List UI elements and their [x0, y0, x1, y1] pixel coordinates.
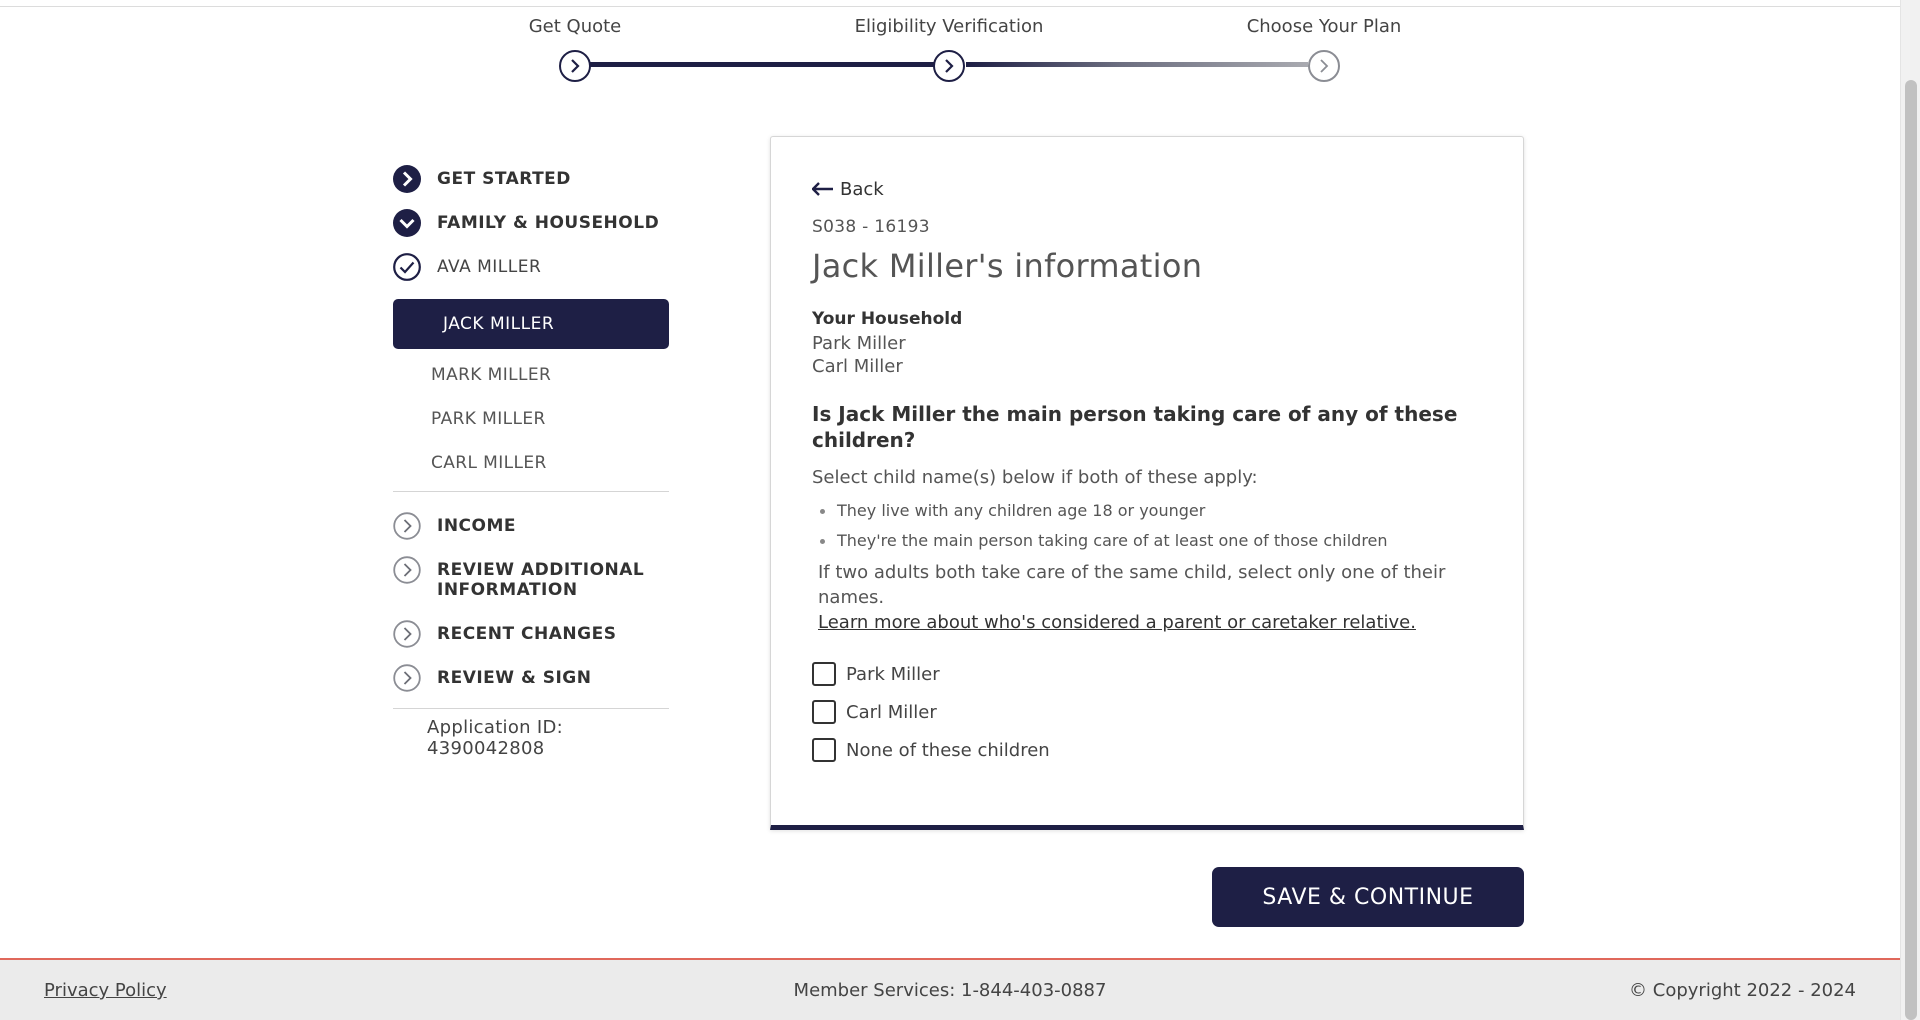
chevron-right-circle-filled-icon — [393, 165, 421, 193]
step-upcoming-icon — [1308, 50, 1340, 82]
member-services-text: Member Services: 1-844-403-0887 — [793, 980, 1107, 1001]
page-title: Jack Miller's information — [812, 247, 1203, 285]
step-connector-complete — [590, 62, 944, 67]
sidebar-item-label: RECENT CHANGES — [437, 624, 617, 644]
checkbox[interactable] — [812, 738, 836, 762]
sidebar-item-income[interactable]: INCOME — [393, 512, 683, 556]
copyright-text: © Copyright 2022 - 2024 — [1629, 980, 1856, 1001]
sidebar-item-jack-miller-active[interactable]: JACK MILLER — [393, 299, 669, 349]
checkbox-label: Park Miller — [846, 663, 940, 685]
sidebar-item-get-started[interactable]: GET STARTED — [393, 165, 683, 209]
sidebar-item-label: AVA MILLER — [437, 257, 542, 277]
household-member: Carl Miller — [812, 356, 903, 377]
criteria-item: They live with any children age 18 or yo… — [812, 496, 1484, 526]
step-label-choose-plan: Choose Your Plan — [1246, 16, 1402, 37]
checkbox-label: Carl Miller — [846, 701, 937, 723]
page-footer: Privacy Policy Member Services: 1-844-40… — [0, 958, 1900, 1020]
sidebar-item-label: INCOME — [437, 516, 517, 536]
sidebar-item-review-additional-information[interactable]: REVIEW ADDITIONAL INFORMATION — [393, 556, 683, 620]
step-label-get-quote: Get Quote — [528, 16, 622, 37]
option-carl-miller[interactable]: Carl Miller — [812, 693, 1484, 731]
sidebar-item-family-household[interactable]: FAMILY & HOUSEHOLD — [393, 209, 683, 253]
household-heading: Your Household — [812, 309, 963, 329]
caretaker-question: Is Jack Miller the main person taking ca… — [812, 402, 1458, 452]
step-connector-in-progress — [966, 62, 1308, 67]
arrow-left-icon — [812, 182, 833, 196]
step-complete-icon — [559, 50, 591, 82]
sidebar-item-ava-miller[interactable]: AVA MILLER — [393, 253, 683, 297]
page-scrollbar[interactable] — [1900, 0, 1920, 1020]
save-continue-button[interactable]: SAVE & CONTINUE — [1212, 867, 1524, 927]
note-text: If two adults both take care of the same… — [818, 562, 1446, 608]
sidebar-item-park-miller[interactable]: PARK MILLER — [393, 397, 683, 441]
chevron-right-circle-outline-icon — [393, 512, 421, 540]
children-checkbox-group: Park Miller Carl Miller None of these ch… — [812, 655, 1484, 769]
step-current-icon — [933, 50, 965, 82]
criteria-list: They live with any children age 18 or yo… — [812, 496, 1484, 556]
case-id: S038 - 16193 — [812, 217, 930, 237]
step-label-eligibility: Eligibility Verification — [854, 16, 1044, 37]
member-info-card: Back S038 - 16193 Jack Miller's informat… — [770, 136, 1524, 830]
checkbox[interactable] — [812, 662, 836, 686]
back-link[interactable]: Back — [812, 177, 1484, 201]
instruction-text: Select child name(s) below if both of th… — [812, 467, 1258, 488]
sidebar-divider — [393, 708, 669, 709]
application-id: Application ID: 4390042808 — [427, 717, 564, 759]
privacy-policy-link[interactable]: Privacy Policy — [44, 980, 167, 1001]
chevron-right-circle-outline-icon — [393, 620, 421, 648]
criteria-item: They're the main person taking care of a… — [812, 526, 1484, 556]
chevron-right-circle-outline-icon — [393, 556, 421, 584]
check-circle-icon — [393, 253, 421, 281]
scrollbar-thumb[interactable] — [1905, 80, 1917, 1020]
sidebar-nav: GET STARTED FAMILY & HOUSEHOLD AVA MILLE… — [393, 165, 683, 759]
sidebar-item-mark-miller[interactable]: MARK MILLER — [393, 353, 683, 397]
sidebar-item-label: REVIEW & SIGN — [437, 668, 592, 688]
progress-stepper: Get Quote Eligibility Verification Choos… — [0, 0, 1900, 100]
household-member: Park Miller — [812, 333, 906, 354]
checkbox-label: None of these children — [846, 739, 1050, 761]
option-park-miller[interactable]: Park Miller — [812, 655, 1484, 693]
chevron-right-circle-outline-icon — [393, 664, 421, 692]
checkbox[interactable] — [812, 700, 836, 724]
sidebar-item-label: REVIEW ADDITIONAL INFORMATION — [437, 560, 645, 600]
sidebar-item-recent-changes[interactable]: RECENT CHANGES — [393, 620, 683, 664]
option-none-of-these[interactable]: None of these children — [812, 731, 1484, 769]
sidebar-item-carl-miller[interactable]: CARL MILLER — [393, 441, 683, 485]
chevron-down-circle-filled-icon — [393, 209, 421, 237]
sidebar-item-label: GET STARTED — [437, 169, 571, 189]
sidebar-item-review-sign[interactable]: REVIEW & SIGN — [393, 664, 683, 708]
sidebar-item-label: FAMILY & HOUSEHOLD — [437, 213, 660, 233]
learn-more-link[interactable]: Learn more about who's considered a pare… — [812, 610, 1416, 635]
sidebar-divider — [393, 491, 669, 492]
back-label: Back — [840, 178, 884, 200]
